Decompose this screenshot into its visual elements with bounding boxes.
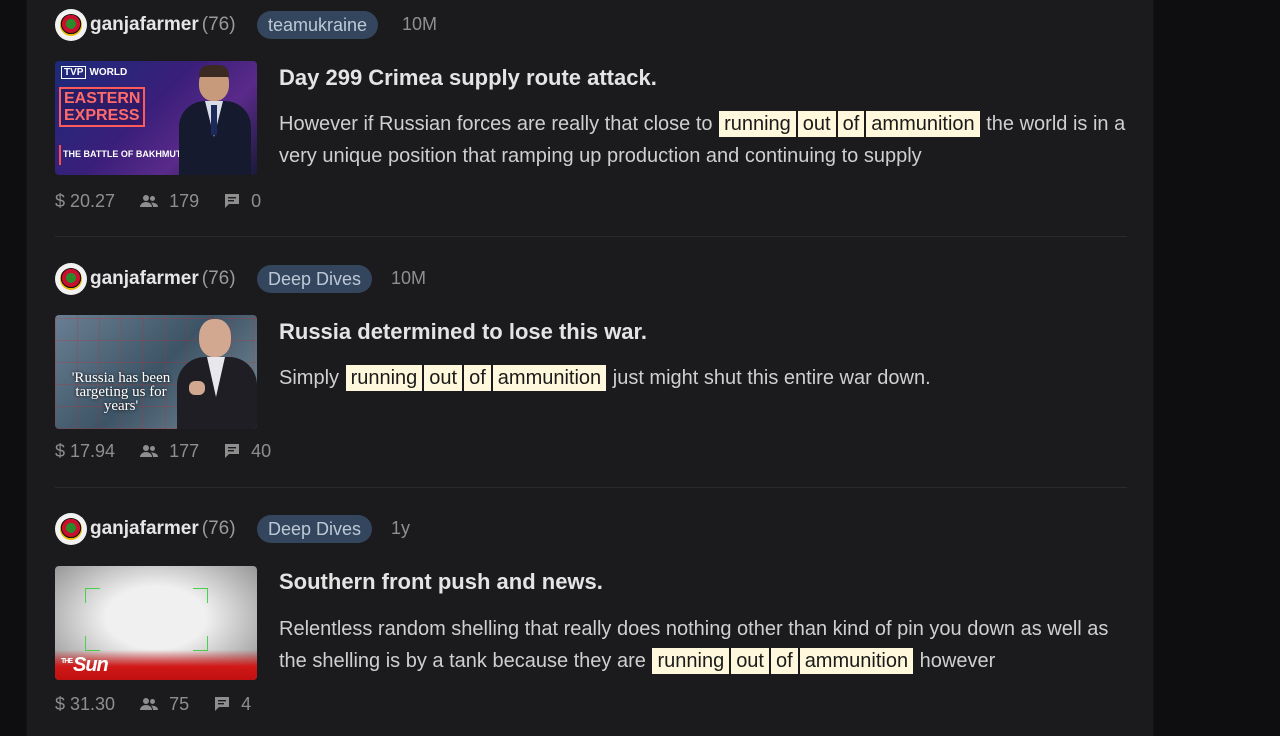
post-age: 10M xyxy=(391,268,427,288)
avatar[interactable] xyxy=(55,263,87,295)
community-tag[interactable]: Deep Dives xyxy=(257,515,373,543)
thumb-brand-logo: THESun xyxy=(61,654,109,676)
post-divider xyxy=(55,487,1127,488)
highlight-term: ammunition xyxy=(492,365,607,391)
post-meta: ganjafarmer (76) Deep Dives 1y xyxy=(55,513,1125,545)
highlight-term: out xyxy=(424,365,463,391)
author-name[interactable]: ganjafarmer xyxy=(90,14,199,35)
highlight-term: of xyxy=(771,648,798,674)
comment-icon xyxy=(214,696,230,712)
post-stats: $ 20.27 179 0 xyxy=(55,190,261,214)
post-card: ganjafarmer (76) Deep Dives 1y THESun Sou… xyxy=(55,513,1125,728)
post-divider xyxy=(55,236,1127,237)
post-thumbnail[interactable]: THESun xyxy=(55,566,257,680)
thumb-presenter xyxy=(175,61,255,175)
highlight-term: ammunition xyxy=(866,111,980,137)
author-name[interactable]: ganjafarmer xyxy=(90,268,199,289)
votes-count[interactable]: 75 xyxy=(169,694,189,715)
community-tag[interactable]: Deep Dives xyxy=(257,265,373,293)
post-snippet[interactable]: Relentless random shelling that really d… xyxy=(279,613,1129,677)
post-stats: $ 31.30 75 4 xyxy=(55,693,251,717)
thumb-headline: EASTERN EXPRESS xyxy=(59,87,146,127)
post-meta: ganjafarmer (76) teamukraine 10M xyxy=(55,9,1125,41)
thumb-logo-tv: TVP xyxy=(61,66,87,79)
post-snippet[interactable]: Simply running out of ammunition just might… xyxy=(279,362,1129,394)
people-icon xyxy=(140,194,159,208)
thumb-crosshair xyxy=(193,588,208,603)
post-card: ganjafarmer (76) Deep Dives 10M 'Russia h… xyxy=(55,263,1125,478)
avatar-icon xyxy=(60,268,82,290)
highlight-term: running xyxy=(652,648,730,674)
post-thumbnail[interactable]: 'Russia has been targeting us for years' xyxy=(55,315,257,429)
votes-count[interactable]: 179 xyxy=(169,191,199,212)
author-reputation: (76) xyxy=(201,14,236,35)
feed-column: ganjafarmer (76) teamukraine 10M TVP WORLD… xyxy=(26,0,1154,736)
highlight-term: ammunition xyxy=(799,648,914,674)
comment-icon xyxy=(224,443,240,459)
comment-icon xyxy=(224,193,240,209)
thumb-speaker xyxy=(175,319,257,429)
author-reputation: (76) xyxy=(201,268,236,289)
highlight-term: out xyxy=(797,111,836,137)
highlight-term: of xyxy=(837,111,865,137)
thumb-subtitle: THE BATTLE OF BAKHMUT xyxy=(63,149,182,159)
author-name[interactable]: ganjafarmer xyxy=(90,518,199,539)
thumb-crosshair xyxy=(85,588,100,603)
payout-value[interactable]: $ 20.27 xyxy=(55,191,115,212)
avatar[interactable] xyxy=(55,9,87,41)
post-thumbnail[interactable]: TVP WORLD EASTERN EXPRESS THE BATTLE OF BA… xyxy=(55,61,257,175)
post-title[interactable]: Russia determined to lose this war. xyxy=(279,319,647,345)
payout-value[interactable]: $ 17.94 xyxy=(55,441,115,462)
people-icon xyxy=(140,444,159,458)
avatar-icon xyxy=(60,518,82,540)
post-stats: $ 17.94 177 40 xyxy=(55,440,271,464)
thumb-crosshair xyxy=(85,636,100,651)
avatar-icon xyxy=(60,14,82,36)
highlight-term: of xyxy=(464,365,491,391)
avatar[interactable] xyxy=(55,513,87,545)
post-age: 1y xyxy=(391,518,411,538)
comments-count[interactable]: 40 xyxy=(251,441,271,462)
payout-value[interactable]: $ 31.30 xyxy=(55,694,115,715)
thumb-quote: 'Russia has been targeting us for years' xyxy=(71,370,171,414)
post-card: ganjafarmer (76) teamukraine 10M TVP WORLD… xyxy=(55,9,1125,224)
comments-count[interactable]: 4 xyxy=(241,694,251,715)
highlight-term: out xyxy=(731,648,769,674)
post-title[interactable]: Southern front push and news. xyxy=(279,569,603,595)
post-snippet[interactable]: However if Russian forces are really tha… xyxy=(279,108,1129,172)
post-title[interactable]: Day 299 Crimea supply route attack. xyxy=(279,65,657,91)
post-age: 10M xyxy=(402,14,438,34)
author-reputation: (76) xyxy=(201,518,236,539)
thumb-logo-world: WORLD xyxy=(89,67,128,78)
community-tag[interactable]: teamukraine xyxy=(257,11,379,39)
people-icon xyxy=(140,697,159,711)
post-meta: ganjafarmer (76) Deep Dives 10M xyxy=(55,263,1125,295)
comments-count[interactable]: 0 xyxy=(251,191,261,212)
thumb-crosshair xyxy=(193,636,208,651)
thumb-accent-bar xyxy=(59,145,61,165)
votes-count[interactable]: 177 xyxy=(169,441,199,462)
highlight-term: running xyxy=(345,365,423,391)
highlight-term: running xyxy=(719,111,796,137)
